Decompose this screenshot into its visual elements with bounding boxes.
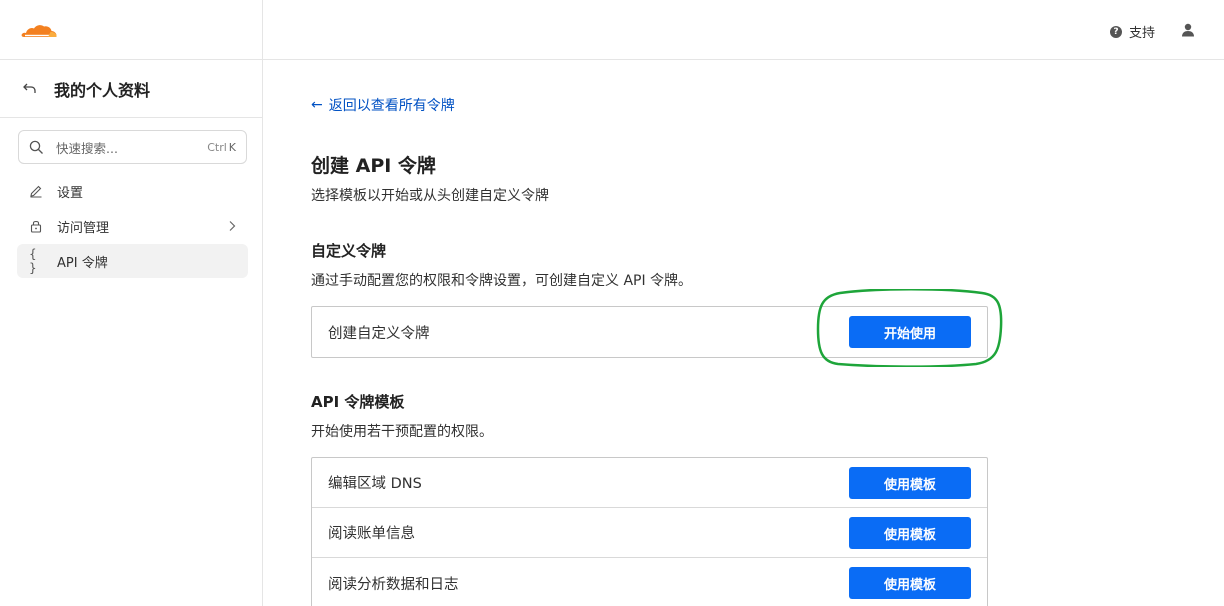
sidebar-item-label: API 令牌 — [57, 255, 108, 271]
page-subtitle: 选择模板以开始或从头创建自定义令牌 — [311, 188, 549, 204]
search-shortcut: Ctrl K — [207, 140, 236, 154]
template-label: 编辑区域 DNS — [328, 476, 422, 492]
template-row-read-analytics: 阅读分析数据和日志 使用模板 — [312, 558, 987, 606]
use-template-button[interactable]: 使用模板 — [849, 517, 971, 549]
sidebar: 我的个人资料 快速搜索... Ctrl K 设置 访问管理 {} API 令牌 — [0, 60, 263, 606]
search-icon — [29, 140, 43, 154]
sidebar-item-settings[interactable]: 设置 — [17, 174, 248, 208]
back-arrow-icon[interactable] — [22, 81, 38, 97]
search-input[interactable]: 快速搜索... Ctrl K — [18, 130, 247, 164]
use-template-button[interactable]: 使用模板 — [849, 567, 971, 599]
support-menu[interactable]: ? 支持 — [1110, 22, 1155, 41]
sidebar-item-label: 访问管理 — [57, 220, 110, 236]
back-to-tokens-link[interactable]: ← 返回以查看所有令牌 — [311, 95, 455, 115]
pencil-icon — [29, 184, 43, 198]
template-row-edit-dns: 编辑区域 DNS 使用模板 — [312, 458, 987, 508]
sidebar-header: 我的个人资料 — [0, 60, 262, 118]
support-label: 支持 — [1129, 26, 1156, 41]
user-icon[interactable] — [1181, 23, 1195, 37]
logo-cell — [0, 0, 263, 60]
question-circle-icon: ? — [1110, 25, 1122, 38]
api-templates-description: 开始使用若干预配置的权限。 — [311, 424, 493, 440]
custom-token-label: 创建自定义令牌 — [328, 325, 430, 342]
custom-token-heading: 自定义令牌 — [311, 242, 387, 260]
braces-icon: { } — [29, 247, 37, 275]
custom-token-description: 通过手动配置您的权限和令牌设置，可创建自定义 API 令牌。 — [311, 273, 693, 289]
sidebar-item-label: 设置 — [57, 185, 84, 201]
top-bar: ? 支持 — [0, 0, 1224, 60]
template-label: 阅读分析数据和日志 — [328, 576, 459, 593]
sidebar-item-access-management[interactable]: 访问管理 — [17, 209, 248, 243]
lock-icon — [29, 219, 43, 233]
app-window: ? 支持 我的个人资料 快速搜索... Ctrl K 设置 访问管理 {} A… — [0, 0, 1224, 606]
sidebar-title: 我的个人资料 — [54, 80, 151, 100]
api-templates-card: 编辑区域 DNS 使用模板 阅读账单信息 使用模板 阅读分析数据和日志 使用模板 — [311, 457, 988, 606]
highlight-annotation — [816, 289, 1003, 367]
template-row-read-billing: 阅读账单信息 使用模板 — [312, 508, 987, 558]
main-content: ← 返回以查看所有令牌 创建 API 令牌 选择模板以开始或从头创建自定义令牌 … — [263, 60, 1224, 606]
arrow-left-icon: ← — [311, 97, 323, 113]
template-label: 阅读账单信息 — [328, 526, 415, 542]
sidebar-item-api-tokens[interactable]: { } API 令牌 — [17, 244, 248, 278]
search-placeholder: 快速搜索... — [56, 140, 118, 156]
page-title: 创建 API 令牌 — [311, 155, 436, 177]
use-template-button[interactable]: 使用模板 — [849, 467, 971, 499]
cloudflare-logo-icon[interactable] — [20, 20, 58, 40]
chevron-right-icon — [229, 221, 236, 231]
api-templates-heading: API 令牌模板 — [311, 393, 405, 411]
sidebar-nav: 设置 访问管理 { } API 令牌 — [17, 174, 248, 279]
